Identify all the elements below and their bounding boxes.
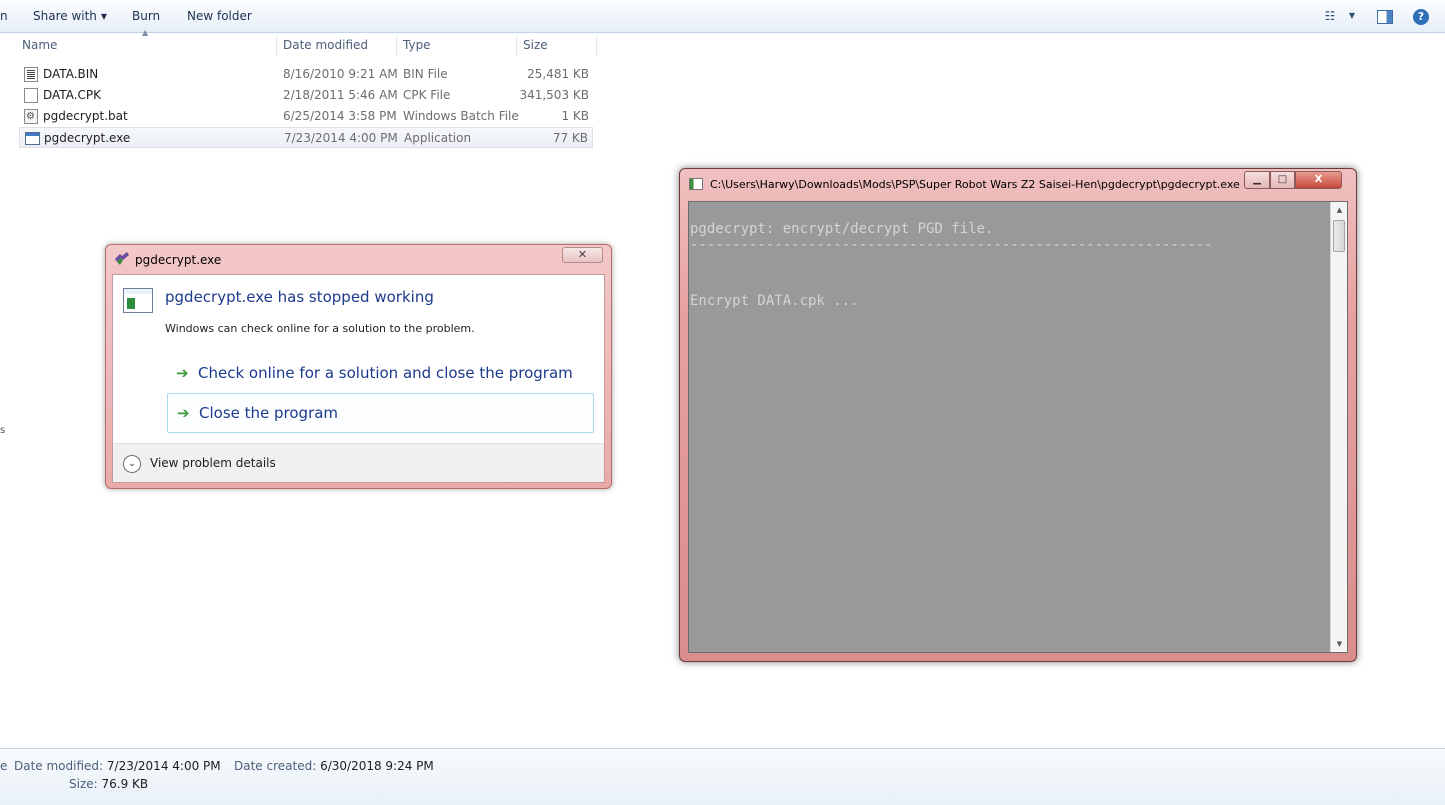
column-header-name[interactable]: Name	[22, 33, 57, 58]
command-bar: n Share with ▼ Burn New folder ☷ ▼ ?	[0, 0, 1445, 33]
window-controls: ▁ □ X	[1244, 171, 1348, 189]
date-created-label: Date created:	[234, 759, 317, 773]
file-row-selected[interactable]: pgdecrypt.exe 7/23/2014 4:00 PM Applicat…	[19, 127, 593, 148]
scroll-thumb[interactable]	[1333, 220, 1345, 252]
green-arrow-icon: ➔	[177, 404, 190, 422]
file-row[interactable]: DATA.BIN 8/16/2010 9:21 AM BIN File 25,4…	[19, 64, 593, 85]
column-divider[interactable]	[596, 36, 597, 56]
vertical-scrollbar[interactable]: ▲ ▼	[1330, 202, 1347, 652]
close-program-option[interactable]: ➔ Close the program	[167, 393, 594, 433]
bin-file-icon	[24, 67, 38, 82]
console-app-icon	[689, 178, 703, 190]
file-name: pgdecrypt.exe	[44, 131, 131, 145]
dialog-title: pgdecrypt.exe	[135, 253, 222, 267]
close-button[interactable]: ✕	[562, 247, 603, 263]
check-online-label: Check online for a solution and close th…	[198, 364, 573, 382]
date-modified-value: 7/23/2014 4:00 PM	[106, 759, 221, 773]
file-type: Application	[404, 131, 472, 145]
file-date: 2/18/2011 5:46 AM	[283, 88, 398, 102]
scroll-up-icon[interactable]: ▲	[1332, 202, 1347, 218]
column-divider[interactable]	[516, 36, 517, 56]
minimize-button[interactable]: ▁	[1244, 171, 1270, 189]
file-type: BIN File	[403, 67, 448, 81]
batch-file-icon	[24, 106, 38, 127]
column-header-size[interactable]: Size	[523, 33, 548, 58]
file-name: DATA.BIN	[43, 67, 99, 81]
file-type: CPK File	[403, 88, 451, 102]
file-row[interactable]: DATA.CPK 2/18/2011 5:46 AM CPK File 341,…	[19, 85, 593, 106]
error-description: Windows can check online for a solution …	[165, 322, 475, 335]
close-button[interactable]: X	[1295, 171, 1342, 189]
details-edge-text-fragment: e	[0, 759, 8, 773]
chevron-down-icon: ▼	[100, 12, 108, 21]
share-with-button[interactable]: Share with ▼	[33, 9, 107, 23]
date-modified-detail: Date modified: 7/23/2014 4:00 PM	[14, 759, 221, 773]
share-with-label: Share with	[33, 9, 97, 23]
maximize-button[interactable]: □	[1270, 171, 1295, 189]
file-size: 25,481 KB	[527, 67, 589, 81]
error-heading: pgdecrypt.exe has stopped working	[165, 288, 434, 306]
help-icon[interactable]: ?	[1413, 9, 1429, 25]
toolbar-cut-off-item[interactable]: n	[0, 9, 8, 23]
column-header-date-modified[interactable]: Date modified	[283, 33, 368, 58]
size-label: Size:	[69, 777, 98, 791]
column-divider[interactable]	[396, 36, 397, 56]
file-size: 341,503 KB	[519, 88, 589, 102]
burn-button[interactable]: Burn	[132, 9, 160, 23]
left-edge-text-fragment: s	[0, 425, 6, 436]
views-dropdown-icon[interactable]: ▼	[1343, 8, 1361, 24]
expand-chevron-icon[interactable]: ⌄	[123, 455, 141, 473]
size-detail: Size: 76.9 KB	[69, 777, 148, 791]
preview-pane-icon[interactable]	[1377, 10, 1393, 24]
file-size: 77 KB	[552, 131, 588, 145]
console-window: C:\Users\Harwy\Downloads\Mods\PSP\Super …	[679, 168, 1357, 662]
error-dialog: pgdecrypt.exe ✕ pgdecrypt.exe has stoppe…	[105, 244, 612, 489]
program-error-icon	[123, 288, 153, 313]
date-modified-label: Date modified:	[14, 759, 104, 773]
console-line: Encrypt DATA.cpk ...	[690, 293, 859, 309]
green-arrow-icon: ➔	[176, 364, 189, 382]
dialog-body: pgdecrypt.exe has stopped working Window…	[112, 274, 605, 483]
blank-file-icon	[24, 88, 38, 103]
file-size: 1 KB	[561, 109, 589, 123]
view-problem-details-link[interactable]: View problem details	[150, 456, 276, 470]
file-name: DATA.CPK	[43, 88, 102, 102]
scroll-down-icon[interactable]: ▼	[1332, 636, 1347, 652]
sort-ascending-icon: ▲	[142, 28, 149, 37]
application-icon	[25, 132, 40, 145]
size-value: 76.9 KB	[101, 777, 149, 791]
check-online-option[interactable]: ➔ Check online for a solution and close …	[167, 354, 594, 394]
file-type: Windows Batch File	[403, 109, 519, 123]
file-date: 8/16/2010 9:21 AM	[283, 67, 398, 81]
app-icon	[115, 252, 129, 265]
details-pane: e Date modified: 7/23/2014 4:00 PM Date …	[0, 748, 1445, 805]
console-separator-line: ----------------------------------------…	[690, 237, 1213, 253]
console-title: C:\Users\Harwy\Downloads\Mods\PSP\Super …	[710, 178, 1240, 191]
file-date: 7/23/2014 4:00 PM	[284, 131, 398, 145]
dialog-footer: ⌄ View problem details	[113, 443, 604, 482]
new-folder-button[interactable]: New folder	[187, 9, 252, 23]
date-created-detail: Date created: 6/30/2018 9:24 PM	[234, 759, 434, 773]
console-output[interactable]: pgdecrypt: encrypt/decrypt PGD file. ---…	[688, 201, 1348, 653]
date-created-value: 6/30/2018 9:24 PM	[320, 759, 434, 773]
column-header-type[interactable]: Type	[403, 33, 431, 58]
column-divider[interactable]	[276, 36, 277, 56]
close-program-label: Close the program	[199, 404, 339, 422]
file-name: pgdecrypt.bat	[43, 109, 128, 123]
file-date: 6/25/2014 3:58 PM	[283, 109, 397, 123]
file-row[interactable]: pgdecrypt.bat 6/25/2014 3:58 PM Windows …	[19, 106, 593, 127]
console-line: pgdecrypt: encrypt/decrypt PGD file.	[690, 221, 994, 237]
views-icon[interactable]: ☷	[1321, 8, 1339, 24]
